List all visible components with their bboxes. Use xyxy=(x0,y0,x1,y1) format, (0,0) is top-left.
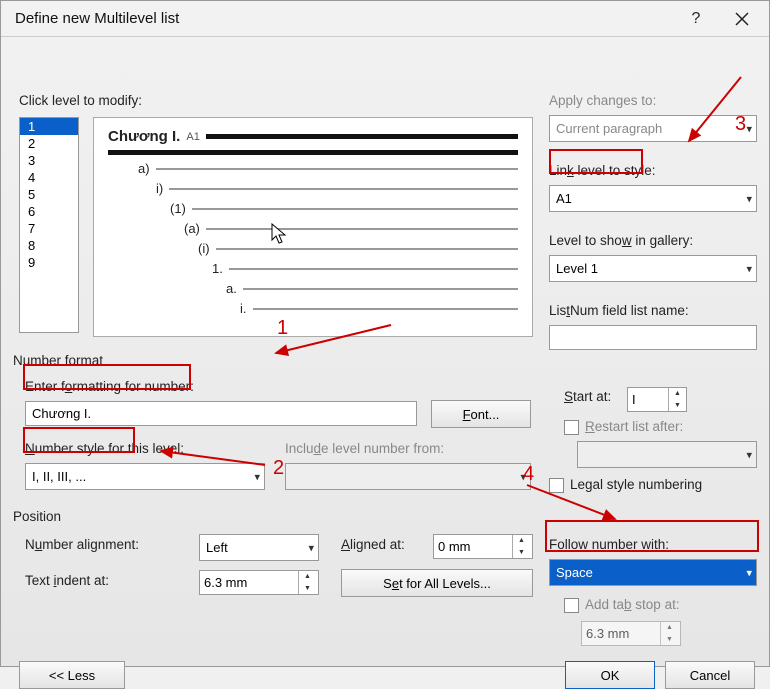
listnum-input[interactable] xyxy=(549,325,757,350)
preview-l3: i) xyxy=(156,181,163,196)
click-level-label: Click level to modify: xyxy=(19,93,142,108)
number-style-select[interactable]: I, II, III, ...▾ xyxy=(25,463,265,490)
cancel-button[interactable]: Cancel xyxy=(665,661,755,689)
start-at-input[interactable] xyxy=(628,388,668,411)
chevron-down-icon: ▾ xyxy=(746,448,752,461)
text-indent-label: Text indent at: xyxy=(25,573,109,588)
preview-l1-style: A1 xyxy=(186,131,199,143)
apply-changes-label: Apply changes to: xyxy=(549,93,656,108)
num-alignment-select[interactable]: Left▾ xyxy=(199,534,319,561)
num-alignment-label: Number alignment: xyxy=(25,537,139,552)
set-all-levels-button[interactable]: Set for All Levels... xyxy=(341,569,533,597)
spin-up-icon[interactable]: ▲ xyxy=(661,622,678,634)
tab-stop-input[interactable] xyxy=(582,622,660,645)
spin-up-icon[interactable]: ▲ xyxy=(299,571,316,583)
spin-down-icon[interactable]: ▼ xyxy=(661,634,678,646)
start-at-spinner[interactable]: ▲▼ xyxy=(627,387,687,412)
preview-l2: a) xyxy=(138,161,150,176)
level-item[interactable]: 1 xyxy=(20,118,78,135)
follow-number-label: Follow number with: xyxy=(549,537,669,552)
dialog-body: Click level to modify: 1 2 3 4 5 6 7 8 9… xyxy=(1,37,769,57)
legal-style-label: Legal style numbering xyxy=(549,477,702,493)
spin-down-icon[interactable]: ▼ xyxy=(513,547,530,559)
add-tab-label: Add tab stop at: xyxy=(564,597,680,613)
level-item[interactable]: 7 xyxy=(20,220,78,237)
preview-pane: Chương I. A1 a) i) (1) (a) (i) 1. a. i. xyxy=(93,117,533,337)
chevron-down-icon: ▾ xyxy=(746,122,752,135)
level-item[interactable]: 9 xyxy=(20,254,78,271)
text-indent-spinner[interactable]: ▲▼ xyxy=(199,570,319,595)
level-item[interactable]: 4 xyxy=(20,169,78,186)
titlebar: Define new Multilevel list ? xyxy=(1,1,769,37)
preview-l9: i. xyxy=(240,301,247,316)
chevron-down-icon: ▾ xyxy=(520,470,526,483)
position-label: Position xyxy=(13,509,61,524)
include-level-select[interactable]: ▾ xyxy=(285,463,531,490)
level-item[interactable]: 6 xyxy=(20,203,78,220)
restart-after-label: Restart list after: xyxy=(564,419,683,435)
follow-number-select[interactable]: Space▾ xyxy=(549,559,757,586)
link-level-select[interactable]: A1▾ xyxy=(549,185,757,212)
start-at-label: Start at: xyxy=(564,389,611,404)
link-level-label: Link level to style: xyxy=(549,163,656,178)
number-format-label: Number format xyxy=(13,353,103,368)
less-button[interactable]: << Less xyxy=(19,661,125,689)
level-item[interactable]: 2 xyxy=(20,135,78,152)
help-button[interactable]: ? xyxy=(673,4,719,34)
level-item[interactable]: 3 xyxy=(20,152,78,169)
tab-stop-spinner[interactable]: ▲▼ xyxy=(581,621,681,646)
preview-l8: a. xyxy=(226,281,237,296)
aligned-at-spinner[interactable]: ▲▼ xyxy=(433,534,533,559)
preview-l4: (1) xyxy=(170,201,186,216)
chevron-down-icon: ▾ xyxy=(308,541,314,554)
spin-down-icon[interactable]: ▼ xyxy=(669,400,686,412)
close-button[interactable] xyxy=(719,4,765,34)
aligned-at-label: Aligned at: xyxy=(341,537,405,552)
dialog-title: Define new Multilevel list xyxy=(15,10,673,27)
level-show-select[interactable]: Level 1▾ xyxy=(549,255,757,282)
restart-checkbox[interactable] xyxy=(564,420,579,435)
formatting-input[interactable] xyxy=(25,401,417,426)
chevron-down-icon: ▾ xyxy=(254,470,260,483)
legal-style-checkbox[interactable] xyxy=(549,478,564,493)
preview-l5: (a) xyxy=(184,221,200,236)
preview-l6: (i) xyxy=(198,241,210,256)
spin-up-icon[interactable]: ▲ xyxy=(669,388,686,400)
level-show-label: Level to show in gallery: xyxy=(549,233,693,248)
aligned-at-input[interactable] xyxy=(434,535,512,558)
number-style-label: Number style for this level: xyxy=(25,441,184,456)
close-icon xyxy=(735,12,749,26)
include-level-label: Include level number from: xyxy=(285,441,444,456)
chevron-down-icon: ▾ xyxy=(746,262,752,275)
chevron-down-icon: ▾ xyxy=(746,566,752,579)
spin-down-icon[interactable]: ▼ xyxy=(299,583,316,595)
apply-changes-select[interactable]: Current paragraph▾ xyxy=(549,115,757,142)
preview-l1: Chương I. xyxy=(108,128,180,145)
spin-up-icon[interactable]: ▲ xyxy=(513,535,530,547)
add-tab-checkbox[interactable] xyxy=(564,598,579,613)
multilevel-list-dialog: Define new Multilevel list ? Click level… xyxy=(0,0,770,667)
level-item[interactable]: 5 xyxy=(20,186,78,203)
level-item[interactable]: 8 xyxy=(20,237,78,254)
annotation-number-2: 2 xyxy=(273,457,284,480)
ok-button[interactable]: OK xyxy=(565,661,655,689)
chevron-down-icon: ▾ xyxy=(746,192,752,205)
level-listbox[interactable]: 1 2 3 4 5 6 7 8 9 xyxy=(19,117,79,333)
restart-after-select[interactable]: ▾ xyxy=(577,441,757,468)
preview-l7: 1. xyxy=(212,261,223,276)
listnum-label: ListNum field list name: xyxy=(549,303,689,318)
font-button[interactable]: Font... xyxy=(431,400,531,428)
enter-formatting-label: Enter formatting for number: xyxy=(25,379,194,394)
text-indent-input[interactable] xyxy=(200,571,298,594)
